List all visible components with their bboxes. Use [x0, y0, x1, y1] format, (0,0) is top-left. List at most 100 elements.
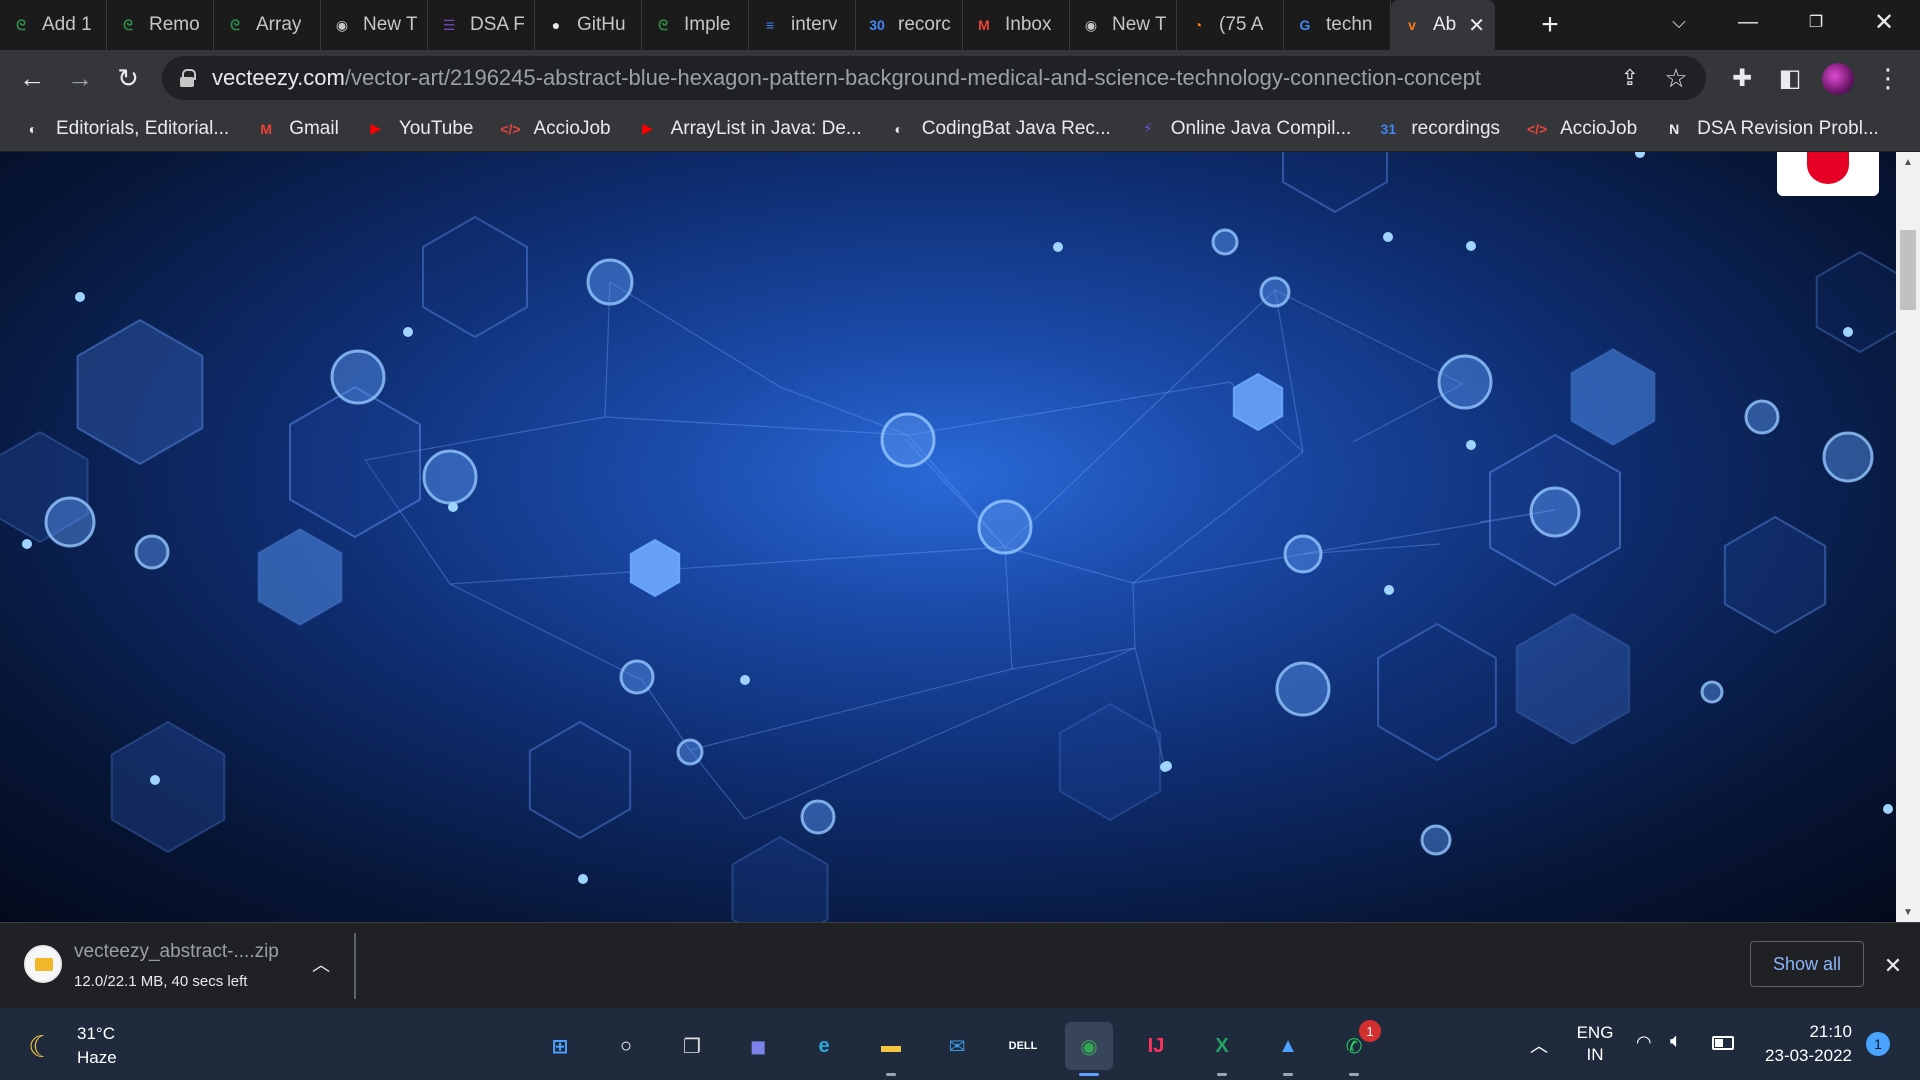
network-line: [1132, 582, 1136, 649]
glow-dot: [1162, 761, 1172, 771]
hexagon-shape: [110, 720, 226, 854]
notification-count-badge[interactable]: 1: [1866, 1032, 1890, 1056]
extensions-puzzle-icon[interactable]: ✚: [1722, 58, 1762, 98]
weather-description[interactable]: Haze: [77, 1048, 117, 1068]
teams-chat-button[interactable]: ◼: [734, 1022, 782, 1070]
browser-tab[interactable]: v Ab ✕: [1391, 0, 1495, 50]
bookmark-item[interactable]: </> AccioJob: [499, 118, 610, 140]
share-icon[interactable]: ⇪: [1614, 62, 1646, 94]
hexagon-shape: [1058, 702, 1162, 822]
calendar-icon: 31: [1380, 120, 1397, 137]
gmail-icon: M: [260, 120, 273, 137]
bookmark-item[interactable]: ◐ CodingBat Java Rec...: [888, 118, 1110, 140]
chevron-up-icon[interactable]: ︿: [306, 949, 336, 979]
tab-search-button[interactable]: ⌵: [1655, 0, 1703, 44]
new-tab-button[interactable]: +: [1528, 8, 1572, 42]
chrome-app[interactable]: ◉: [1065, 1022, 1113, 1076]
chrome-newtab-icon: ◉: [1084, 16, 1098, 33]
volume-icon[interactable]: 🔈︎: [1670, 1030, 1682, 1053]
moon-weather-icon[interactable]: ☾: [28, 1030, 62, 1064]
bookmark-item[interactable]: ⚡ Online Java Compil...: [1137, 118, 1352, 140]
browser-tab[interactable]: ☰ DSA F: [428, 0, 535, 50]
network-line: [1274, 289, 1304, 453]
glow-dot: [1843, 327, 1853, 337]
mail-app[interactable]: ✉: [933, 1022, 981, 1070]
show-all-button[interactable]: Show all: [1750, 941, 1864, 987]
intellij-app[interactable]: IJ: [1132, 1022, 1180, 1070]
back-button[interactable]: ←: [12, 58, 52, 98]
network-node: [1283, 534, 1323, 574]
close-downloads-icon[interactable]: ✕: [1876, 949, 1910, 983]
url-path: /vector-art/2196245-abstract-blue-hexago…: [344, 65, 1481, 90]
browser-tab[interactable]: Gtechn: [1284, 0, 1391, 50]
media-icon: ◔: [1193, 17, 1203, 33]
side-panel-icon[interactable]: ◧: [1770, 58, 1810, 98]
scroll-thumb[interactable]: [1900, 230, 1916, 310]
browser-tab[interactable]: ◉ New T: [1070, 0, 1177, 50]
bookmark-item[interactable]: N DSA Revision Probl...: [1663, 118, 1879, 140]
network-line: [1132, 553, 1304, 584]
browser-tab[interactable]: ◔ (75 A: [1177, 0, 1284, 50]
network-line: [1132, 451, 1304, 584]
wifi-icon[interactable]: ◠: [1636, 1032, 1652, 1053]
tab-title: Inbox: [1005, 14, 1052, 35]
gfg-icon: ᘓ: [123, 16, 133, 33]
glow-dot: [448, 502, 458, 512]
tab-title: (75 A: [1219, 14, 1264, 35]
scroll-down-arrow-icon[interactable]: ▼: [1896, 902, 1920, 922]
address-bar[interactable]: vecteezy.com/vector-art/2196245-abstract…: [162, 56, 1706, 100]
forward-button[interactable]: →: [60, 58, 100, 98]
search-button[interactable]: ○: [602, 1022, 650, 1070]
browser-tab[interactable]: ᘓ Imple: [642, 0, 749, 50]
clock-time[interactable]: 21:10: [1756, 1022, 1852, 1042]
calendar-icon: 30: [869, 17, 885, 33]
browser-tab[interactable]: ᘓ Add 1: [0, 0, 107, 50]
scroll-up-arrow-icon[interactable]: ▲: [1896, 152, 1920, 172]
lock-icon[interactable]: [180, 69, 196, 87]
network-node: [1211, 228, 1239, 256]
profile-avatar[interactable]: [1822, 63, 1854, 95]
browser-tab[interactable]: ● GitHu: [535, 0, 642, 50]
browser-tab[interactable]: M Inbox: [963, 0, 1070, 50]
tab-title: Ab: [1433, 14, 1457, 35]
task-view-button[interactable]: ❐: [668, 1022, 716, 1070]
minimize-button[interactable]: —: [1714, 0, 1782, 44]
page-scrollbar[interactable]: ▲ ▼: [1896, 152, 1920, 922]
bookmark-item[interactable]: ◐ Editorials, Editorial...: [22, 118, 229, 140]
pinterest-save-button[interactable]: [1777, 152, 1879, 196]
restore-button[interactable]: ❐: [1782, 0, 1850, 44]
bookmark-label: AccioJob: [1560, 117, 1638, 139]
browser-tab[interactable]: 30 recorc: [856, 0, 963, 50]
close-window-button[interactable]: ✕: [1850, 0, 1918, 44]
network-line: [449, 546, 1006, 585]
bookmark-item[interactable]: </> AccioJob: [1526, 118, 1637, 140]
browser-tab[interactable]: ᘓ Remo: [107, 0, 214, 50]
clock-date[interactable]: 23-03-2022: [1756, 1046, 1852, 1066]
bookmark-item[interactable]: M Gmail: [255, 118, 338, 140]
tab-title: techn: [1326, 14, 1373, 35]
bookmark-item[interactable]: ▶ ArrayList in Java: De...: [637, 118, 862, 140]
battery-icon[interactable]: [1712, 1036, 1734, 1050]
weather-temperature[interactable]: 31°C: [77, 1024, 115, 1044]
zip-file-icon[interactable]: [24, 945, 62, 983]
browser-tab[interactable]: ≡ interv: [749, 0, 856, 50]
bookmark-star-icon[interactable]: ☆: [1660, 62, 1692, 94]
browser-tab[interactable]: ◉ New T: [321, 0, 428, 50]
network-node: [134, 534, 170, 570]
download-file-name[interactable]: vecteezy_abstract-....zip: [74, 941, 279, 963]
dell-app[interactable]: DELL: [999, 1022, 1047, 1070]
photos-app[interactable]: ▲: [1264, 1022, 1312, 1076]
show-hidden-icons-caret[interactable]: ︿: [1530, 1032, 1548, 1058]
bookmark-item[interactable]: 31 recordings: [1377, 118, 1501, 140]
hexagon-shape: [1723, 515, 1827, 635]
reload-button[interactable]: ↻: [108, 58, 148, 98]
excel-app[interactable]: X: [1198, 1022, 1246, 1076]
start-button[interactable]: ⊞: [536, 1022, 584, 1070]
close-tab-icon[interactable]: ✕: [1468, 13, 1485, 38]
language-indicator[interactable]: ENG IN: [1572, 1022, 1618, 1066]
edge-app[interactable]: e: [800, 1022, 848, 1070]
browser-tab[interactable]: ᘓ Array: [214, 0, 321, 50]
file-explorer-app[interactable]: ▬: [867, 1022, 915, 1076]
kebab-menu-icon[interactable]: ⋮: [1868, 58, 1908, 98]
bookmark-item[interactable]: ▶ YouTube: [365, 118, 473, 140]
